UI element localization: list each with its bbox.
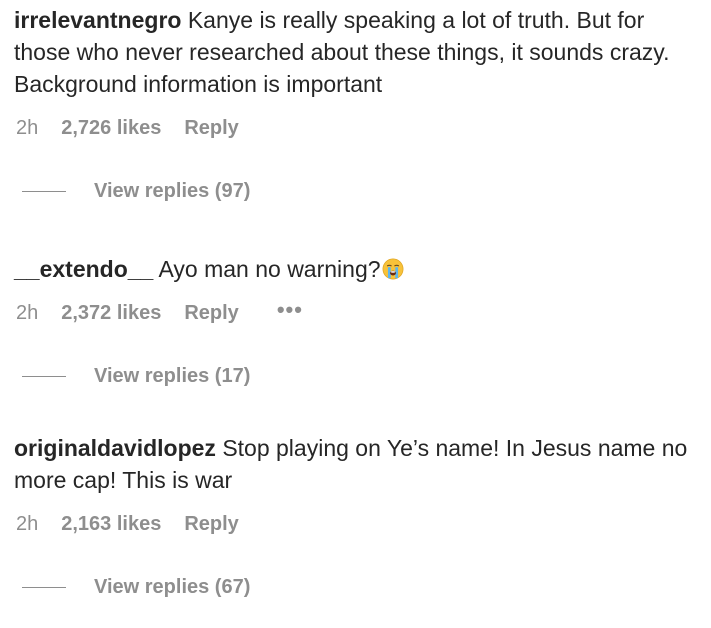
view-replies-button[interactable]: View replies (17) bbox=[14, 362, 694, 390]
comment-meta: 2h 2,163 likes Reply bbox=[14, 510, 694, 538]
view-replies-label: View replies (97) bbox=[94, 179, 251, 202]
comment-meta: 2h 2,372 likes Reply ••• bbox=[14, 299, 694, 327]
comment-body: originaldavidlopez Stop playing on Ye’s … bbox=[14, 432, 694, 496]
comment-likes[interactable]: 2,163 likes bbox=[61, 513, 161, 536]
comment-username[interactable]: irrelevantnegro bbox=[14, 7, 181, 33]
comment-username[interactable]: __extendo__ bbox=[14, 256, 153, 282]
comment-body: irrelevantnegro Kanye is really speaking… bbox=[14, 4, 694, 100]
view-replies-button[interactable]: View replies (97) bbox=[14, 177, 694, 205]
comment-likes[interactable]: 2,726 likes bbox=[61, 117, 161, 140]
comment-item: __extendo__ Ayo man no warning? 2h 2,372… bbox=[14, 253, 694, 390]
loudly-crying-face-icon bbox=[382, 258, 403, 280]
reply-button[interactable]: Reply bbox=[184, 117, 238, 140]
reply-button[interactable]: Reply bbox=[184, 302, 238, 325]
comment-body: __extendo__ Ayo man no warning? bbox=[14, 253, 694, 285]
comment-item: irrelevantnegro Kanye is really speaking… bbox=[14, 4, 694, 205]
comment-timestamp: 2h bbox=[16, 512, 39, 535]
comment-timestamp: 2h bbox=[16, 116, 39, 139]
comment-username[interactable]: originaldavidlopez bbox=[14, 435, 216, 461]
comment-timestamp: 2h bbox=[16, 301, 39, 324]
comment-likes[interactable]: 2,372 likes bbox=[61, 302, 161, 325]
more-options-icon[interactable]: ••• bbox=[277, 299, 303, 321]
replies-divider-line bbox=[22, 190, 66, 192]
view-replies-label: View replies (17) bbox=[94, 364, 251, 387]
view-replies-label: View replies (67) bbox=[94, 575, 251, 598]
reply-button[interactable]: Reply bbox=[184, 513, 238, 536]
replies-divider-line bbox=[22, 586, 66, 588]
view-replies-button[interactable]: View replies (67) bbox=[14, 573, 694, 601]
comment-item: originaldavidlopez Stop playing on Ye’s … bbox=[14, 432, 694, 601]
comment-text: Ayo man no warning? bbox=[158, 256, 381, 282]
comment-meta: 2h 2,726 likes Reply bbox=[14, 114, 694, 142]
replies-divider-line bbox=[22, 375, 66, 377]
